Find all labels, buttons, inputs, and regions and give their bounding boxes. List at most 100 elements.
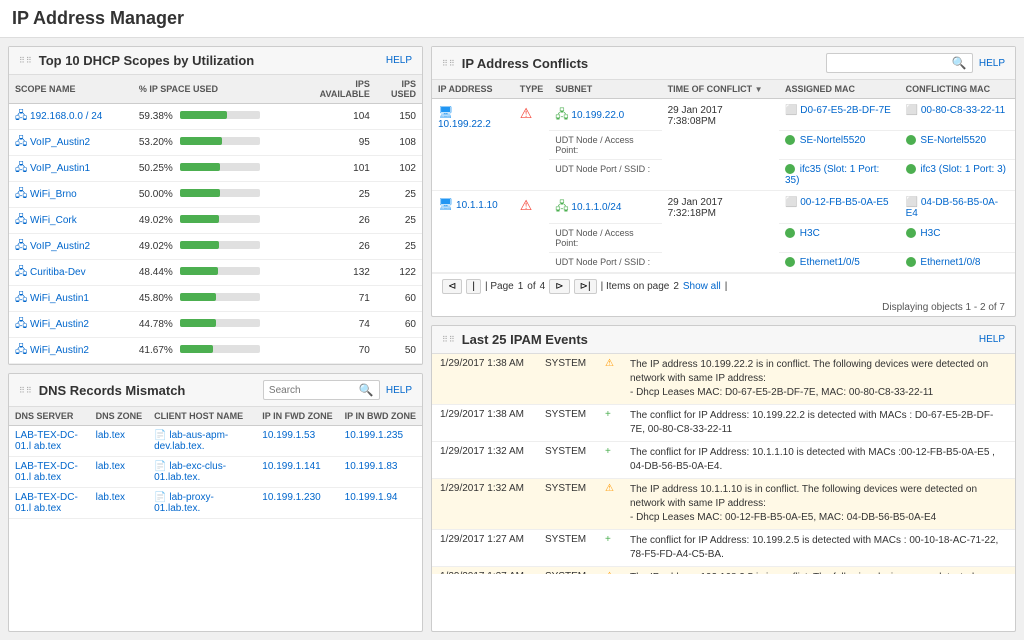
dns-row-bwd[interactable]: 10.199.1.94 (339, 488, 422, 519)
dhcp-row-name[interactable]: 🖧 VoIP_Austin1 (9, 156, 133, 182)
dhcp-panel-header: ⠿⠿ Top 10 DHCP Scopes by Utilization HEL… (9, 47, 422, 75)
event-desc: The conflict for IP Address: 10.199.2.5 … (630, 535, 998, 560)
event-desc-cell: The IP address 192.168.2.5 is in conflic… (622, 567, 1015, 575)
dns-col-host: CLIENT HOST NAME (148, 407, 256, 426)
conf-sub1-conflict[interactable]: SE-Nortel5520 (900, 131, 1015, 160)
dhcp-row-pct: 49.02% (133, 208, 298, 234)
events-table-container: 1/29/2017 1:38 AM SYSTEM ⚠ The IP addres… (432, 354, 1015, 574)
dns-search-input[interactable] (269, 385, 359, 396)
dhcp-row-pct: 49.02% (133, 234, 298, 260)
conflicts-header: ⠿⠿ IP Address Conflicts 🔍 HELP (432, 47, 1015, 80)
conf-row-assigned-mac[interactable]: ⬜ D0-67-E5-2B-DF-7E (779, 99, 900, 131)
dns-row-server[interactable]: LAB-TEX-DC-01.l ab.tex (9, 426, 90, 457)
dns-search-icon[interactable]: 🔍 (359, 383, 374, 397)
event-system: SYSTEM (537, 442, 597, 479)
dhcp-row-name[interactable]: 🖧 WiFi_Austin2 (9, 312, 133, 338)
conflicts-search-box[interactable]: 🔍 (826, 53, 973, 73)
dhcp-row-avail: 71 (298, 286, 376, 312)
dns-row-server[interactable]: LAB-TEX-DC-01.l ab.tex (9, 457, 90, 488)
dns-search-box[interactable]: 🔍 (263, 380, 380, 400)
dhcp-row-name[interactable]: 🖧 192.168.0.0 / 24 (9, 104, 133, 130)
dhcp-row-name[interactable]: 🖧 VoIP_Austin2 (9, 130, 133, 156)
dns-drag-handle: ⠿⠿ (19, 386, 33, 395)
dhcp-help[interactable]: HELP (386, 55, 412, 66)
event-desc: The conflict for IP Address: 10.1.1.10 i… (630, 447, 995, 472)
dhcp-row-name[interactable]: 🖧 WiFi_Cork (9, 208, 133, 234)
conflicts-search-input[interactable] (832, 58, 952, 69)
conf-row-assigned-mac[interactable]: ⬜ 00-12-FB-B5-0A-E5 (779, 191, 900, 224)
conflicts-title: IP Address Conflicts (462, 56, 588, 71)
dns-row-host[interactable]: 📄 lab-proxy-01.lab.tex. (148, 488, 256, 519)
conf-row-ip[interactable]: 🖥 10.1.1.10 (432, 191, 514, 273)
conf-sub2-conflict[interactable]: Ethernet1/0/8 (900, 253, 1015, 273)
event-icon-cell: ⚠ (597, 479, 622, 530)
dhcp-row-name[interactable]: 🖧 VoIP_Austin2 (9, 234, 133, 260)
dhcp-row-avail: 70 (298, 338, 376, 364)
dns-row-bwd[interactable]: 10.199.1.83 (339, 457, 422, 488)
dns-help[interactable]: HELP (386, 385, 412, 396)
dhcp-row-name[interactable]: 🖧 Curitiba-Dev (9, 260, 133, 286)
page-title: IP Address Manager (0, 0, 1024, 38)
dhcp-row-name[interactable]: 🖧 WiFi_Austin1 (9, 286, 133, 312)
event-warning-icon: ⚠ (605, 358, 614, 369)
dhcp-col-name: SCOPE NAME (9, 75, 133, 104)
dhcp-row-pct: 48.44% (133, 260, 298, 286)
conf-row-ip[interactable]: 🖥 10.199.22.2 (432, 99, 514, 191)
conf-col-time: TIME OF CONFLICT ▼ (662, 80, 779, 99)
conflicts-search-icon[interactable]: 🔍 (952, 56, 967, 70)
event-desc: The IP address 192.168.2.5 is in conflic… (630, 572, 988, 574)
pagination-prev[interactable]: | (466, 279, 481, 294)
event-system: SYSTEM (537, 354, 597, 405)
dns-row-fwd[interactable]: 10.199.1.230 (256, 488, 338, 519)
dhcp-row-name[interactable]: 🖧 WiFi_Austin2 (9, 338, 133, 364)
events-title: Last 25 IPAM Events (462, 332, 588, 347)
event-system: SYSTEM (537, 567, 597, 575)
show-all-link[interactable]: Show all (683, 281, 721, 292)
dhcp-row-avail: 132 (298, 260, 376, 286)
event-icon-cell: + (597, 442, 622, 479)
dns-row-fwd[interactable]: 10.199.1.141 (256, 457, 338, 488)
conflicts-table: IP ADDRESS TYPE SUBNET TIME OF CONFLICT … (432, 80, 1015, 273)
conf-row-subnet[interactable]: 🖧 10.1.1.0/24 (549, 191, 661, 224)
dns-row-fwd[interactable]: 10.199.1.53 (256, 426, 338, 457)
event-desc-cell: The conflict for IP Address: 10.199.22.2… (622, 405, 1015, 442)
dns-row-zone[interactable]: lab.tex (90, 426, 149, 457)
conf-sub2-conflict[interactable]: ifc3 (Slot: 1 Port: 3) (900, 160, 1015, 191)
conf-row-conflict-mac[interactable]: ⬜ 00-80-C8-33-22-11 (900, 99, 1015, 131)
dhcp-row-name[interactable]: 🖧 WiFi_Brno (9, 182, 133, 208)
pagination-first[interactable]: ⊲ (442, 279, 462, 294)
dhcp-row-used: 60 (376, 312, 422, 338)
dhcp-row-avail: 25 (298, 182, 376, 208)
conf-sub1-label: UDT Node / Access Point: (549, 224, 661, 253)
dhcp-row-used: 108 (376, 130, 422, 156)
dhcp-col-avail: IPSAVAILABLE (298, 75, 376, 104)
event-desc2: - Dhcp Leases MAC: D0-67-E5-2B-DF-7E, MA… (630, 387, 933, 398)
pagination-next[interactable]: ⊳ (549, 279, 569, 294)
event-info-icon: + (605, 534, 611, 545)
dhcp-col-used: IPSUSED (376, 75, 422, 104)
dns-row-server[interactable]: LAB-TEX-DC-01.l ab.tex (9, 488, 90, 519)
dns-row-host[interactable]: 📄 lab-aus-apm-dev.lab.tex. (148, 426, 256, 457)
pagination-last[interactable]: ⊳| (574, 279, 597, 294)
dhcp-row-avail: 26 (298, 234, 376, 260)
conf-sub2-assigned[interactable]: Ethernet1/0/5 (779, 253, 900, 273)
dhcp-row-used: 150 (376, 104, 422, 130)
dns-row-host[interactable]: 📄 lab-exc-clus-01.lab.tex. (148, 457, 256, 488)
dns-row-zone[interactable]: lab.tex (90, 488, 149, 519)
conf-row-conflict-mac[interactable]: ⬜ 04-DB-56-B5-0A-E4 (900, 191, 1015, 224)
dhcp-row-avail: 26 (298, 208, 376, 234)
dhcp-row-used: 25 (376, 234, 422, 260)
dns-row-zone[interactable]: lab.tex (90, 457, 149, 488)
conf-sub2-label: UDT Node Port / SSID : (549, 253, 661, 273)
events-help[interactable]: HELP (979, 334, 1005, 345)
dns-row-bwd[interactable]: 10.199.1.235 (339, 426, 422, 457)
event-time: 1/29/2017 1:32 AM (432, 479, 537, 530)
conflicts-help[interactable]: HELP (979, 58, 1005, 69)
dns-col-fwd: IP IN FWD ZONE (256, 407, 338, 426)
event-system: SYSTEM (537, 530, 597, 567)
conf-row-subnet[interactable]: 🖧 10.199.22.0 (549, 99, 661, 131)
conf-sub1-conflict[interactable]: H3C (900, 224, 1015, 253)
conf-sub1-assigned[interactable]: SE-Nortel5520 (779, 131, 900, 160)
conf-sub2-assigned[interactable]: ifc35 (Slot: 1 Port: 35) (779, 160, 900, 191)
conf-sub1-assigned[interactable]: H3C (779, 224, 900, 253)
